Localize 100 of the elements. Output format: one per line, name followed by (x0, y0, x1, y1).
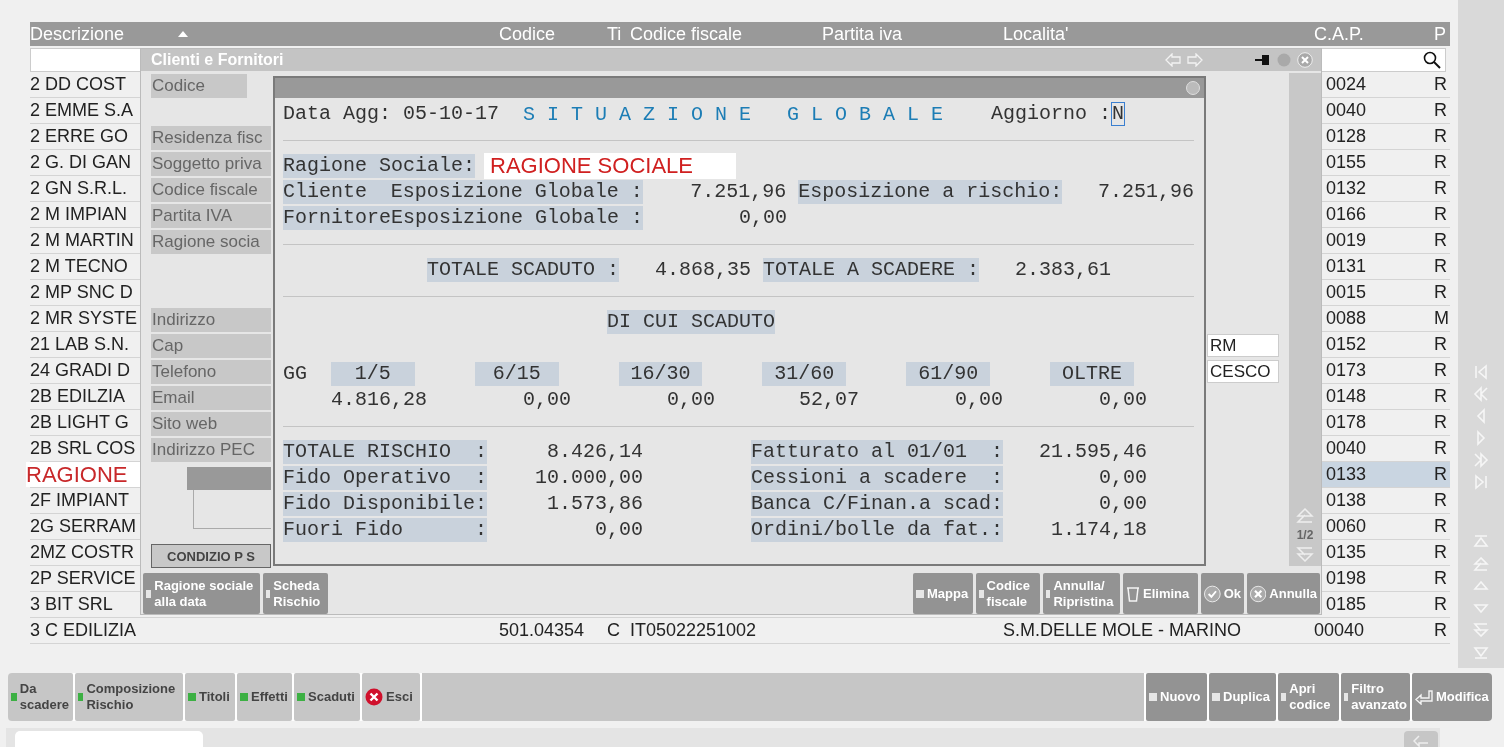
page-down-icon[interactable] (1473, 622, 1489, 638)
table-cell-text: R (1434, 463, 1447, 486)
column-header[interactable]: Ti (607, 22, 622, 46)
table-cell-text: R (1434, 99, 1447, 122)
field-label: Ragione socia (151, 230, 271, 254)
summary-label: Fatturato al 01/01 : (751, 440, 1003, 464)
table-cell-text: 2 G. DI GAN (30, 151, 132, 174)
table-cell-text: 0173 (1325, 359, 1367, 382)
summary-value: 1.573,86 (546, 492, 643, 516)
field-label: Email (151, 386, 271, 410)
check-icon (1204, 584, 1221, 603)
previous-page-icon[interactable] (1473, 386, 1489, 402)
first-page-icon[interactable] (1473, 364, 1489, 380)
table-cell-text: 2B SRL COS (30, 437, 136, 460)
table-cell-text: 0024 (1325, 73, 1367, 96)
exposure-label: Esposizione a rischio: (798, 180, 1063, 204)
unit-label: GG (283, 362, 308, 386)
field-label: Indirizzo PEC (151, 438, 271, 462)
table-cell-text: IT05022251002 (630, 619, 757, 642)
bucket-label: 31/60 (762, 362, 847, 386)
table-cell-text: 0198 (1325, 567, 1367, 590)
column-header[interactable]: C.A.P. (1314, 22, 1364, 46)
input-field[interactable]: CESCO (1207, 360, 1280, 383)
right-arrow-icon[interactable] (1187, 53, 1203, 67)
bucket-value: 0,00 (1098, 388, 1147, 412)
back-button[interactable] (1404, 731, 1438, 747)
action-button[interactable]: Titoli (185, 673, 235, 721)
table-cell-text: 0135 (1325, 541, 1367, 564)
field-label: Indirizzo (151, 308, 271, 332)
summary-label: TOTALE RISCHIO : (283, 440, 487, 464)
field-label: Sito web (151, 412, 271, 436)
square-icon (1149, 693, 1157, 701)
update-field[interactable]: N (1111, 102, 1126, 126)
exposure-label: Esposizione Globale : (390, 180, 643, 204)
action-button[interactable]: Effetti (237, 673, 292, 721)
circle-icon[interactable] (1277, 53, 1291, 67)
column-header[interactable]: P (1434, 22, 1446, 46)
column-header[interactable]: Localita' (1003, 22, 1069, 46)
summary-label: Fido Disponibile: (283, 492, 487, 516)
field-label: Residenza fisc (151, 126, 271, 150)
table-cell-text: C (607, 619, 620, 642)
page-down-icon[interactable] (1296, 546, 1315, 562)
conditions-button[interactable]: CONDIZIO P S (151, 544, 271, 568)
last-page-icon[interactable] (1473, 474, 1489, 490)
update-label: Aggiorno : (991, 102, 1112, 126)
table-cell-text: 2P SERVICE (30, 567, 136, 590)
exposure-value: 0,00 (738, 206, 788, 230)
table-row[interactable]: 3 C EDILIZIA 501.04354 C IT05022251002 S.M.DELLE MOLE - MARINO 00040 R (30, 618, 1450, 644)
update-date: Data Agg: 05-10-17 (283, 102, 501, 126)
column-header[interactable]: Descrizione (30, 22, 125, 46)
column-header[interactable]: Partita iva (822, 22, 903, 46)
square-icon (297, 693, 305, 701)
close-icon (365, 688, 383, 706)
field-label: Codice (151, 74, 247, 98)
top-icon[interactable] (1473, 534, 1489, 550)
field-label: Codice fiscale (151, 178, 271, 202)
table-cell-text: 2 M MARTIN (30, 229, 134, 252)
blank-tab[interactable] (15, 731, 203, 747)
table-cell-text: 501.04354 (499, 619, 585, 642)
circle-icon[interactable] (1186, 81, 1200, 95)
action-button[interactable]: Scaduti (294, 673, 360, 721)
section-title: DI CUI SCADUTO (607, 310, 776, 334)
page-up-icon[interactable] (1296, 508, 1315, 524)
next-page-icon[interactable] (1473, 452, 1489, 468)
dialog-title: S I T U A Z I O N E G L O B A L E (523, 102, 945, 126)
table-cell-text: R (1434, 203, 1447, 226)
action-button[interactable]: Composizione Rischio (75, 673, 183, 721)
bucket-value: 52,07 (798, 388, 859, 412)
column-header[interactable]: Codice fiscale (630, 22, 743, 46)
summary-value: 0,00 (594, 518, 643, 542)
table-cell-text: 21 LAB S.N. (30, 333, 130, 356)
table-cell-text: 0166 (1325, 203, 1367, 226)
table-cell-text: R (1434, 229, 1447, 252)
table-cell-text: 2 M IMPIAN (30, 203, 127, 226)
square-icon (1212, 693, 1220, 701)
column-header[interactable]: Codice (499, 22, 556, 46)
left-arrow-icon[interactable] (1165, 53, 1181, 67)
summary-label: Fido Operativo : (283, 466, 487, 490)
square-icon (188, 693, 196, 701)
close-icon[interactable] (1297, 52, 1313, 68)
page-up-icon[interactable] (1473, 556, 1489, 572)
table-cell-text: M (1434, 307, 1449, 330)
summary-label: Ordini/bolle da fat.: (751, 518, 1003, 542)
summary-label: Banca C/Finan.a scad: (751, 492, 1003, 516)
table-cell-text: 0060 (1325, 515, 1367, 538)
exit-button[interactable]: Esci (362, 673, 420, 721)
search-icon[interactable] (1423, 51, 1441, 69)
bucket-label: 6/15 (474, 362, 559, 386)
table-cell-text: R (1434, 333, 1447, 356)
action-button[interactable]: Da scadere (8, 673, 73, 721)
table-cell-text: 0040 (1325, 437, 1367, 460)
input-field[interactable]: RM (1207, 334, 1280, 357)
pin-icon[interactable] (1255, 54, 1271, 66)
summary-label: Fuori Fido : (283, 518, 487, 542)
table-cell-text: 0015 (1325, 281, 1367, 304)
window-title: Clienti e Fornitori (151, 51, 284, 69)
table-cell: RAGIONE (26, 462, 140, 487)
bottom-icon[interactable] (1473, 644, 1489, 660)
table-cell-text: R (1434, 151, 1447, 174)
table-cell-text: 0132 (1325, 177, 1367, 200)
